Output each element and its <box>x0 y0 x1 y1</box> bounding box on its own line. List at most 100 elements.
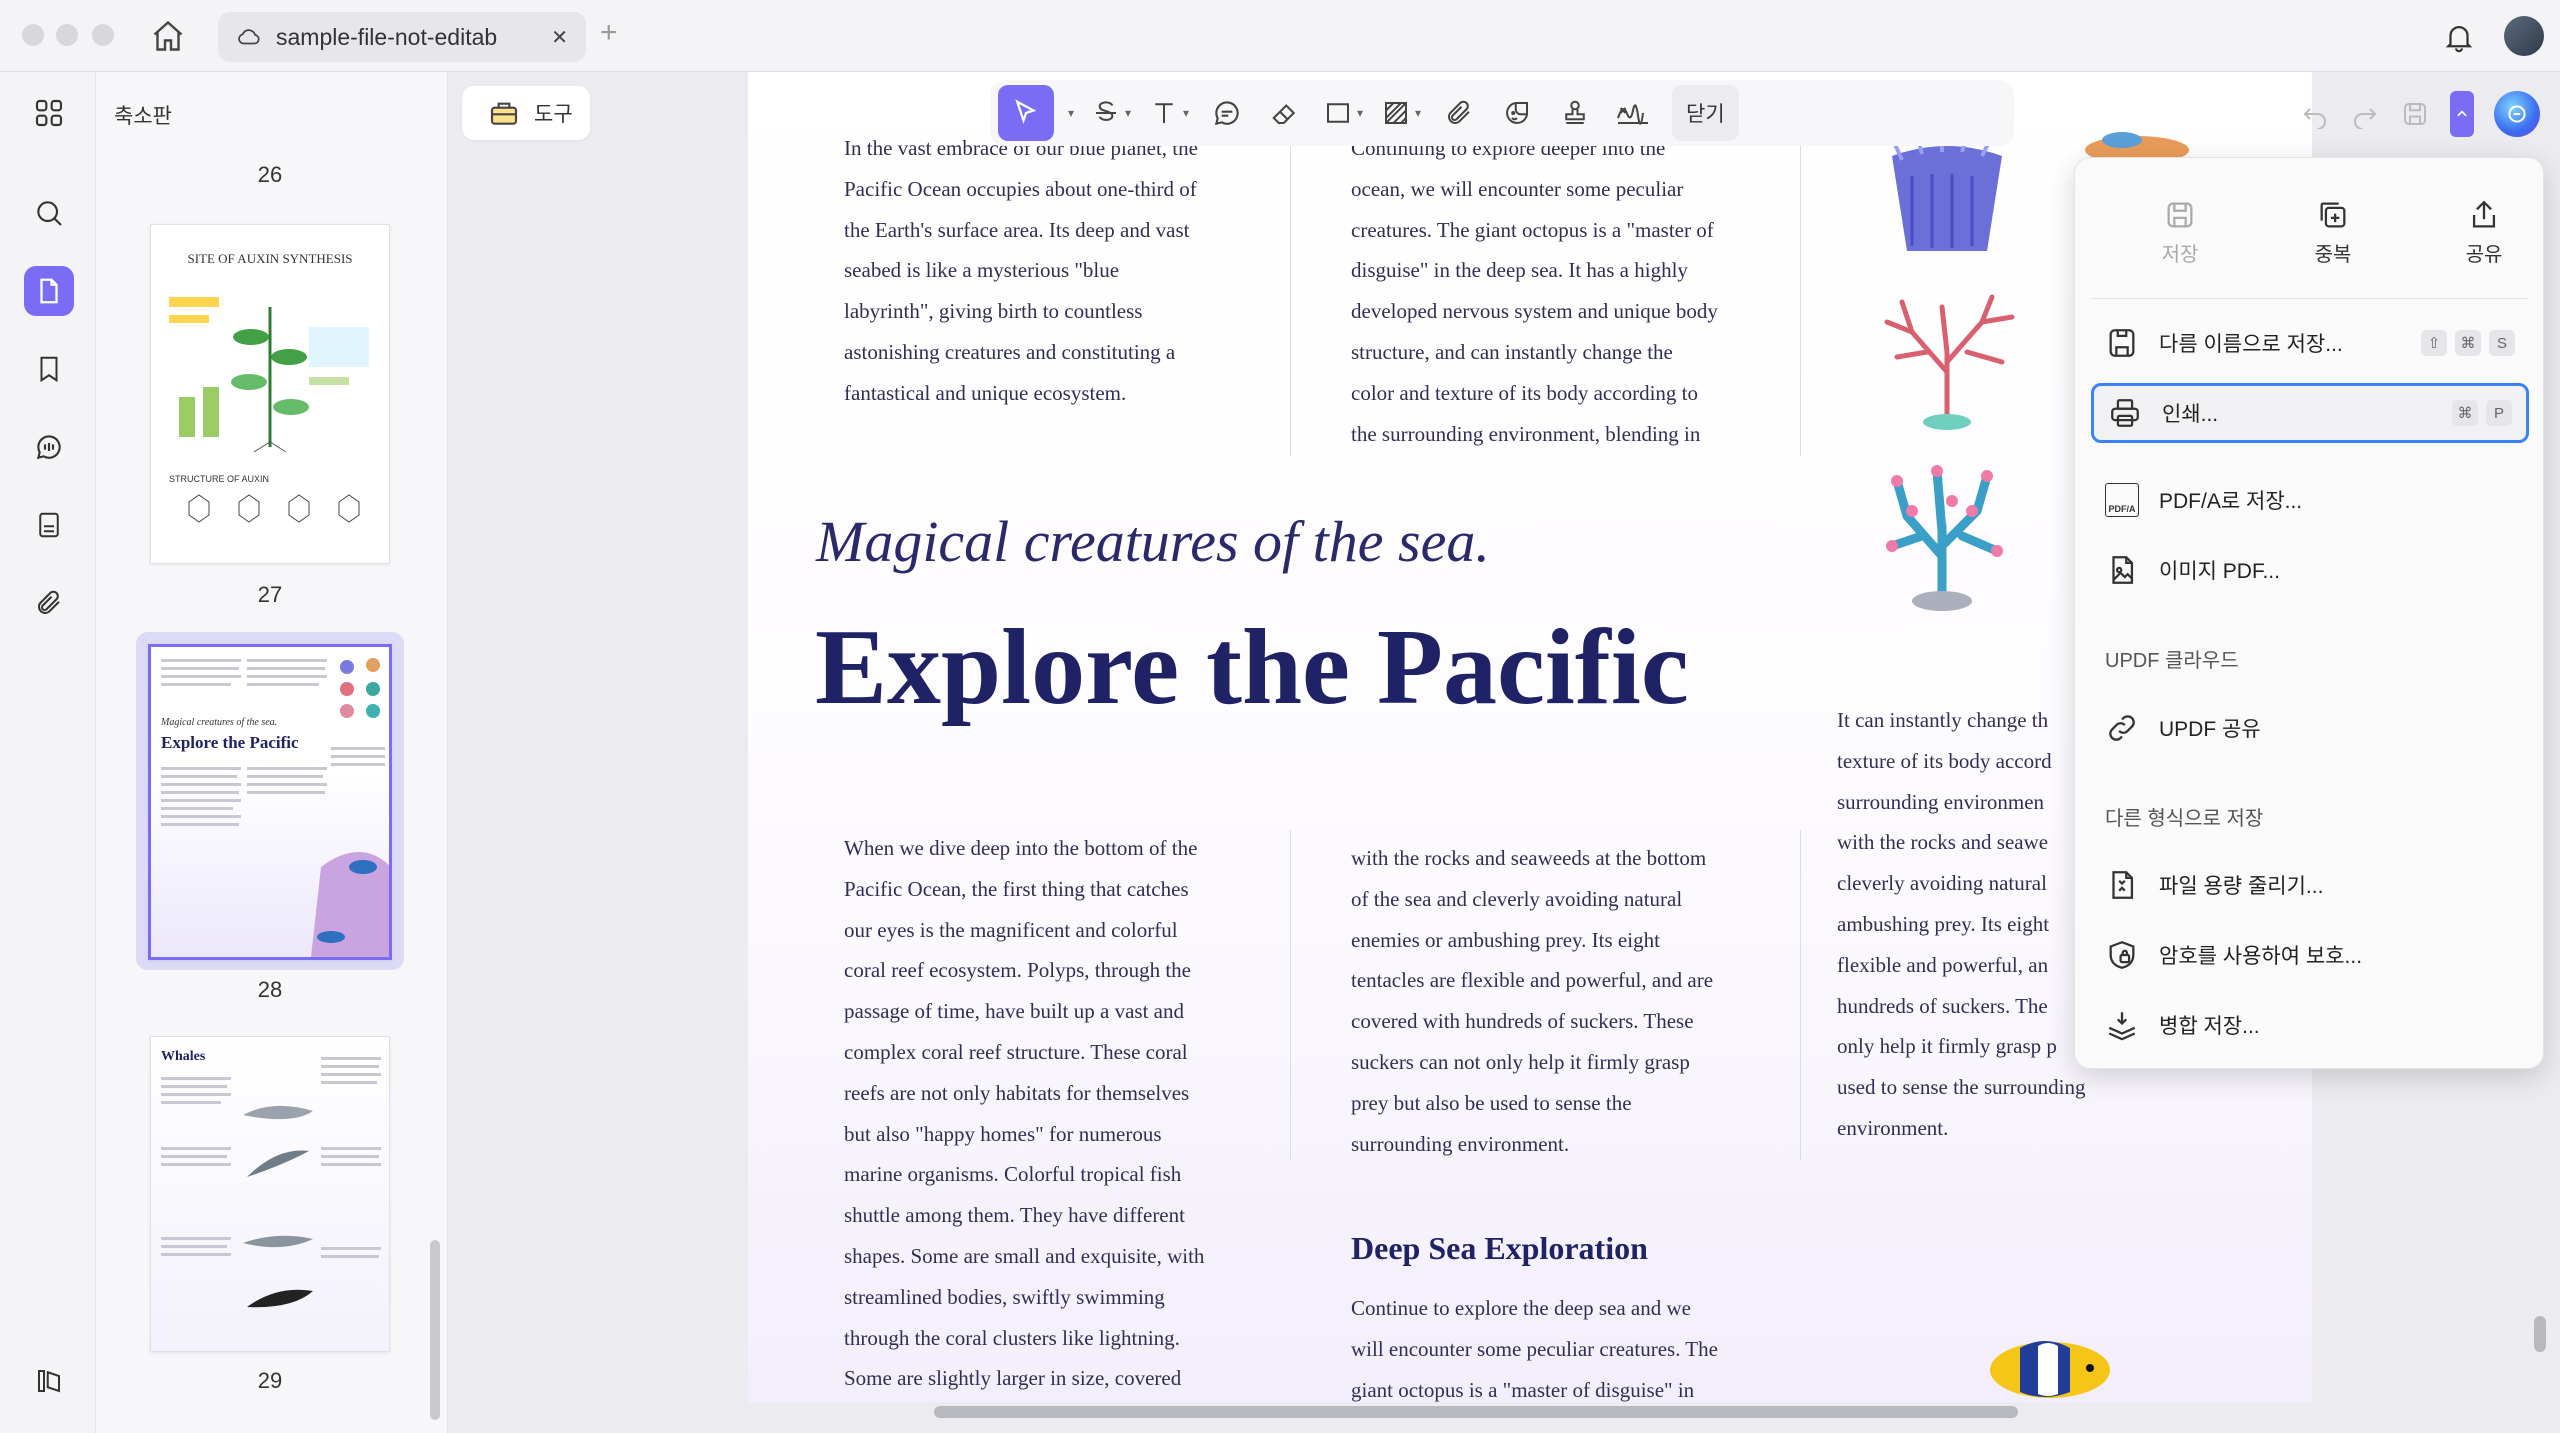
menu-separator <box>2091 298 2529 299</box>
text-col1-bottom: When we dive deep into the bottom of the… <box>844 836 1205 1391</box>
page-icon[interactable] <box>24 266 74 316</box>
save-icon[interactable] <box>2400 99 2430 129</box>
section-heading: Deep Sea Exploration <box>1351 1230 1648 1266</box>
menu-save-button[interactable]: 저장 <box>2115 188 2245 267</box>
chevron-down-icon: ▾ <box>1124 106 1132 120</box>
strikethrough-tool-button[interactable]: ▾ <box>1084 85 1138 141</box>
thumb-27-title: SITE OF AUXIN SYNTHESIS <box>187 251 353 266</box>
menu-print[interactable]: 인쇄... ⌘ P <box>2091 383 2529 443</box>
eraser-icon <box>1270 98 1300 128</box>
menu-updf-share[interactable]: UPDF 공유 <box>2091 698 2529 758</box>
notification-bell-icon[interactable] <box>2442 20 2476 54</box>
pink-coral-image <box>1872 456 2012 616</box>
undo-icon[interactable] <box>2300 99 2330 129</box>
layers-stack-icon <box>2105 1008 2139 1042</box>
select-tool-button[interactable] <box>998 85 1054 141</box>
text-tool-button[interactable]: ▾ <box>1142 85 1196 141</box>
signature-icon <box>1615 98 1651 128</box>
close-toolbar-button[interactable]: 닫기 <box>1672 85 1739 141</box>
comment-tool-button[interactable] <box>1200 85 1254 141</box>
thumb-29-content <box>161 1057 381 1308</box>
hatch-area-tool-button[interactable]: ▾ <box>1374 85 1428 141</box>
window-close-button[interactable] <box>22 24 44 46</box>
menu-save-pdfa[interactable]: PDF/A PDF/A로 저장... <box>2091 470 2529 530</box>
vertical-scrollbar[interactable] <box>2534 1316 2546 1352</box>
pdfa-icon: PDF/A <box>2105 483 2139 517</box>
thumbnail-scrollbar[interactable] <box>430 1240 440 1420</box>
thumbnail-page-29[interactable]: Whales <box>150 1036 390 1352</box>
strikethrough-icon <box>1091 98 1121 128</box>
bookmark-icon[interactable] <box>24 344 74 394</box>
thumbnail-page-28[interactable]: Magical creatures of the sea. Explore th… <box>148 644 392 960</box>
window-zoom-button[interactable] <box>92 24 114 46</box>
red-coral-image <box>1872 292 2022 432</box>
home-icon[interactable] <box>150 18 186 54</box>
text-col2-top: Continuing to explore deeper into the oce… <box>1351 136 1718 446</box>
cloud-icon <box>236 24 262 50</box>
menu-share-button[interactable]: 공유 <box>2419 188 2549 267</box>
new-tab-button[interactable]: + <box>600 16 618 50</box>
annotation-toolbar: ▾ ▾ ▾ ▾ ▾ 닫기 <box>990 80 2014 146</box>
menu-flatten-save[interactable]: 병합 저장... <box>2091 995 2529 1055</box>
tropical-fish-image <box>1980 1330 2120 1400</box>
signature-tool-button[interactable] <box>1606 85 1660 141</box>
attach-tool-button[interactable] <box>1432 85 1486 141</box>
eraser-tool-button[interactable] <box>1258 85 1312 141</box>
save-icon <box>2115 188 2245 232</box>
chevron-down-icon: ▾ <box>1356 106 1364 120</box>
paperclip-icon <box>1444 98 1474 128</box>
plant-diagram-image: STRUCTURE OF AUXIN <box>169 297 369 523</box>
column-divider <box>1800 830 1801 1160</box>
ai-assistant-icon[interactable] <box>2494 91 2540 137</box>
speech-bubble-icon <box>1211 97 1243 129</box>
select-tool-dropdown[interactable]: ▾ <box>1058 85 1080 141</box>
document-tab[interactable]: sample-file-not-editab ✕ <box>218 12 586 62</box>
rectangle-icon <box>1323 98 1353 128</box>
cursor-icon <box>1011 98 1041 128</box>
column-divider <box>1290 830 1291 1160</box>
text-icon <box>1149 98 1179 128</box>
menu-save-as[interactable]: 다름 이름으로 저장... ⇧ ⌘ S <box>2091 313 2529 373</box>
thumb-27-subtitle: STRUCTURE OF AUXIN <box>169 474 269 484</box>
page-number-26: 26 <box>257 162 283 187</box>
document-title: Explore the Pacific <box>815 608 1689 727</box>
layers-icon[interactable] <box>24 1356 74 1406</box>
window-minimize-button[interactable] <box>56 24 78 46</box>
form-icon[interactable] <box>24 500 74 550</box>
menu-duplicate-button[interactable]: 중복 <box>2268 188 2398 267</box>
thumbnail-page-27[interactable]: SITE OF AUXIN SYNTHESIS STRUCTURE OF AUX… <box>150 224 390 564</box>
attachment-icon[interactable] <box>24 578 74 628</box>
thumb-28-content <box>161 658 389 957</box>
horizontal-scrollbar[interactable] <box>934 1406 2018 1418</box>
save-menu-toggle[interactable] <box>2450 91 2474 137</box>
purple-anemone-image <box>1862 136 2032 256</box>
right-toolbar <box>2240 86 2540 142</box>
chevron-down-icon: ▾ <box>1067 106 1075 120</box>
column-divider <box>1800 136 1801 456</box>
tools-button[interactable]: 도구 <box>462 86 590 140</box>
toolbox-icon <box>488 97 520 129</box>
chevron-down-icon: ▾ <box>1182 106 1190 120</box>
menu-image-pdf[interactable]: 이미지 PDF... <box>2091 540 2529 600</box>
grid-icon[interactable] <box>24 88 74 138</box>
text-col2-after-heading: Continue to explore the deep sea and we w… <box>1351 1296 1718 1402</box>
menu-reduce-size[interactable]: 파일 용량 줄리기... <box>2091 855 2529 915</box>
menu-section-cloud: UPDF 클라우드 <box>2105 650 2239 672</box>
sticker-tool-button[interactable] <box>1490 85 1544 141</box>
panel-title: 축소판 <box>114 105 172 128</box>
compress-icon <box>2105 868 2139 902</box>
printer-icon <box>2108 396 2142 430</box>
search-icon[interactable] <box>24 188 74 238</box>
comment-icon[interactable] <box>24 422 74 472</box>
rectangle-tool-button[interactable]: ▾ <box>1316 85 1370 141</box>
tools-label: 도구 <box>534 103 573 126</box>
page-number-29: 29 <box>257 1368 283 1393</box>
chevron-up-icon <box>2455 107 2469 121</box>
redo-icon[interactable] <box>2350 99 2380 129</box>
menu-protect-password[interactable]: 암호를 사용하여 보호... <box>2091 925 2529 985</box>
stamp-icon <box>1560 98 1590 128</box>
tab-close-icon[interactable]: ✕ <box>551 25 568 50</box>
stamp-tool-button[interactable] <box>1548 85 1602 141</box>
user-avatar[interactable] <box>2504 16 2544 56</box>
save-dropdown-menu: 저장 중복 공유 다름 이름으로 저장... ⇧ ⌘ S 인쇄... ⌘ P PDF/… <box>2074 157 2544 1069</box>
